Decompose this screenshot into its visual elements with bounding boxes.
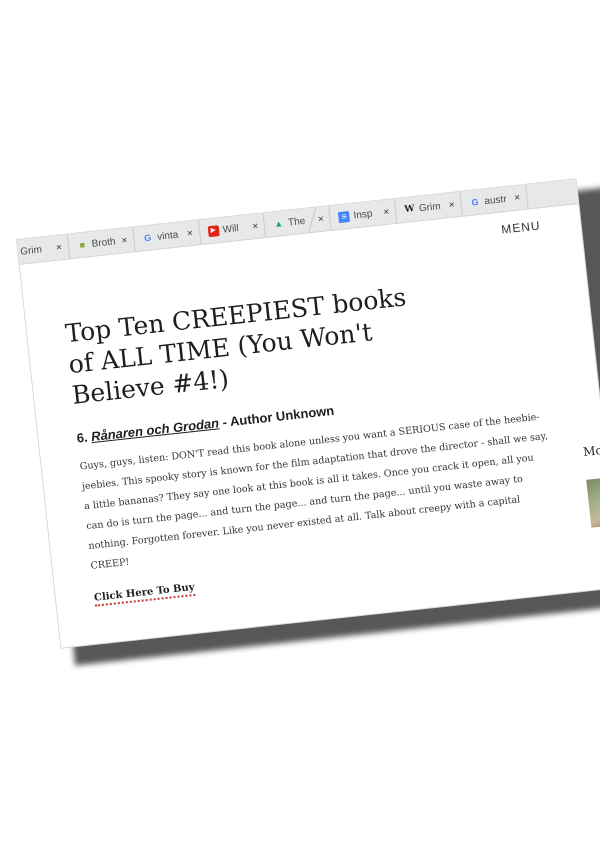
browser-tab-label: Will [222,222,240,236]
close-icon[interactable]: × [383,206,390,218]
close-icon[interactable]: × [55,242,62,254]
photo-stage: Grim × ■ Broth × Gvinta × ▶ Will × ▲ The × ≡ Insp × W Gri… [0,0,600,850]
buy-link[interactable]: Click Here To Buy [93,581,196,607]
close-icon[interactable]: × [186,228,193,240]
entry-number: 6. [75,429,89,446]
browser-tab-label: Grim [418,200,442,214]
close-icon[interactable]: × [252,220,259,232]
close-icon[interactable]: × [514,192,521,204]
entry-author: - Author Unknown [221,402,335,430]
wikipedia-icon: W [403,203,416,215]
book-title-link[interactable]: Rånaren och Grodan [90,415,219,444]
google-icon: G [143,232,152,243]
google-icon: G [470,196,479,208]
browser-tab-label: Grim [19,243,43,258]
close-icon[interactable]: × [121,235,128,247]
article-title: Top Ten CREEPIEST books of ALL TIME (You… [63,282,408,410]
close-icon[interactable]: × [448,199,455,211]
printed-screenshot: Grim × ■ Broth × Gvinta × ▶ Will × ▲ The × ≡ Insp × W Gri… [17,179,600,648]
browser-tab-label: Broth [91,235,117,250]
close-icon[interactable]: × [317,213,324,225]
docs-icon: ≡ [338,210,351,223]
sidebar-heading: Mo [582,443,600,460]
drive-icon: ▲ [273,217,284,229]
browser-tab-label: vinta [156,229,179,243]
browser-tab-label: Insp [352,208,373,221]
sidebar-thumbnail[interactable] [586,475,600,528]
article: Top Ten CREEPIEST books of ALL TIME (You… [64,268,563,607]
browser-tab-label: austr [483,193,508,207]
book-icon: ■ [78,239,86,250]
web-page: MENU Top Ten CREEPIEST books of ALL TIME… [19,204,600,648]
youtube-icon: ▶ [207,224,220,237]
menu-button[interactable]: MENU [501,218,542,236]
